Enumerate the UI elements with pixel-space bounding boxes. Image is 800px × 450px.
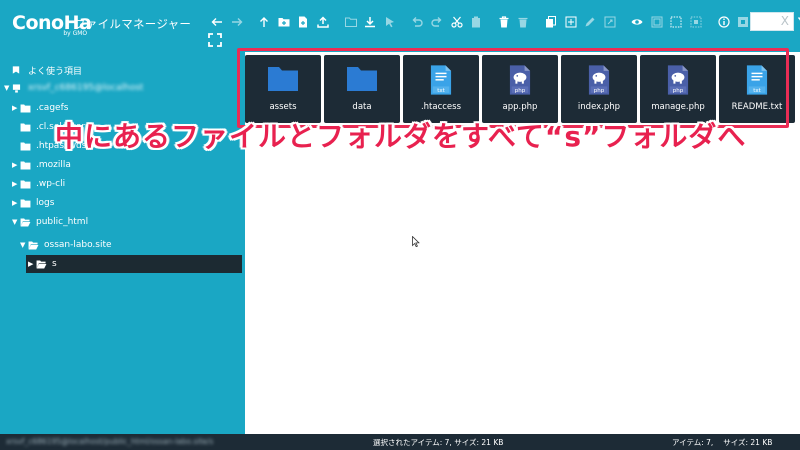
tree-item-wp-cli[interactable]: ▶ .wp-cli [12, 175, 65, 193]
upload-icon[interactable] [314, 13, 332, 31]
download-icon[interactable] [361, 13, 379, 31]
up-icon[interactable] [255, 13, 273, 31]
caret-down-icon: ▼ [4, 84, 10, 92]
rename-icon[interactable] [581, 13, 599, 31]
sort-icon[interactable] [793, 13, 800, 31]
select-all-icon[interactable] [648, 13, 666, 31]
status-path: xrsvf_c686195@localhost/public_html/ossa… [6, 437, 214, 446]
file-manager-window: ConoHa by GMO ファイルマネージャー X よく使う項目 ▼ xrsv… [0, 0, 800, 450]
folder-icon [20, 141, 32, 151]
header-bar: ConoHa by GMO ファイルマネージャー X [0, 0, 800, 52]
status-total: アイテム: 7, サイズ: 21 KB [672, 438, 773, 447]
caret-right-icon: ▶ [12, 104, 18, 112]
open-folder-icon[interactable] [342, 13, 360, 31]
tree-item-ossan-labo[interactable]: ▼ ossan-labo.site [20, 236, 112, 254]
folder-tree-sidebar: よく使う項目 ▼ xrsvf_c686195@localhost ▶ .cage… [0, 52, 245, 434]
mouse-cursor-icon [412, 232, 420, 248]
duplicate-icon[interactable] [562, 13, 580, 31]
toolbar [208, 13, 800, 31]
cut-icon[interactable] [448, 13, 466, 31]
computer-icon [12, 83, 24, 93]
tree-favorites-label: よく使う項目 [28, 66, 83, 77]
tree-item-label: .mozilla [36, 160, 71, 170]
folder-icon [20, 198, 32, 208]
status-bar: xrsvf_c686195@localhost/public_html/ossa… [0, 434, 800, 450]
folder-icon [20, 179, 32, 189]
bookmark-icon [12, 65, 24, 75]
preview-icon[interactable] [628, 13, 646, 31]
status-selected: 選択されたアイテム: 7, サイズ: 21 KB [373, 438, 504, 447]
select-icon[interactable] [381, 13, 399, 31]
instruction-caption: 中にあるファイルとフォルダをすべて“s”フォルダへ [55, 120, 747, 153]
search-input[interactable]: X [750, 12, 794, 31]
caret-right-icon: ▶ [12, 199, 18, 207]
tree-item-label: logs [36, 198, 55, 208]
info-icon[interactable] [715, 13, 733, 31]
tree-root-label: xrsvf_c686195@localhost [28, 83, 144, 93]
tree-item-label: public_html [36, 217, 89, 227]
undo-icon[interactable] [408, 13, 426, 31]
select-none-icon[interactable] [667, 13, 685, 31]
folder-icon [20, 122, 32, 132]
tree-item-mozilla[interactable]: ▶ .mozilla [12, 156, 71, 174]
fullscreen-icon[interactable] [208, 32, 222, 47]
caret-right-icon: ▶ [12, 180, 18, 188]
forward-icon[interactable] [228, 13, 246, 31]
delete-icon[interactable] [495, 13, 513, 31]
file-view: assets data txt .htaccess php app.php php index… [237, 48, 800, 434]
tree-favorites[interactable]: よく使う項目 [12, 61, 82, 79]
redo-icon[interactable] [428, 13, 446, 31]
caret-right-icon: ▶ [28, 260, 34, 268]
open-folder-icon [20, 217, 32, 227]
caret-down-icon: ▼ [20, 241, 26, 249]
tree-root[interactable]: ▼ xrsvf_c686195@localhost [4, 79, 143, 97]
app-title: ファイルマネージャー [74, 17, 192, 31]
trash-icon[interactable] [514, 13, 532, 31]
back-icon[interactable] [208, 13, 226, 31]
caret-down-icon: ▼ [12, 218, 18, 226]
tree-item-label: ossan-labo.site [44, 240, 112, 250]
open-folder-icon [28, 240, 40, 250]
paste-icon[interactable] [467, 13, 485, 31]
open-folder-icon [36, 259, 48, 269]
folder-icon [20, 103, 32, 113]
tree-item-logs[interactable]: ▶ logs [12, 194, 54, 212]
folder-icon [20, 160, 32, 170]
tree-item-public-html[interactable]: ▼ public_html [12, 213, 88, 231]
copy-icon[interactable] [542, 13, 560, 31]
tree-item-label: s [52, 259, 57, 269]
invert-select-icon[interactable] [687, 13, 705, 31]
clear-search-icon[interactable]: X [781, 14, 789, 28]
caret-right-icon: ▶ [12, 161, 18, 169]
resize-icon[interactable] [601, 13, 619, 31]
new-file-icon[interactable] [294, 13, 312, 31]
new-folder-icon[interactable] [275, 13, 293, 31]
tree-item-label: .wp-cli [36, 179, 66, 189]
tree-item-label: .cagefs [36, 103, 69, 113]
tree-item-s-selected[interactable]: ▶ s [26, 255, 242, 273]
